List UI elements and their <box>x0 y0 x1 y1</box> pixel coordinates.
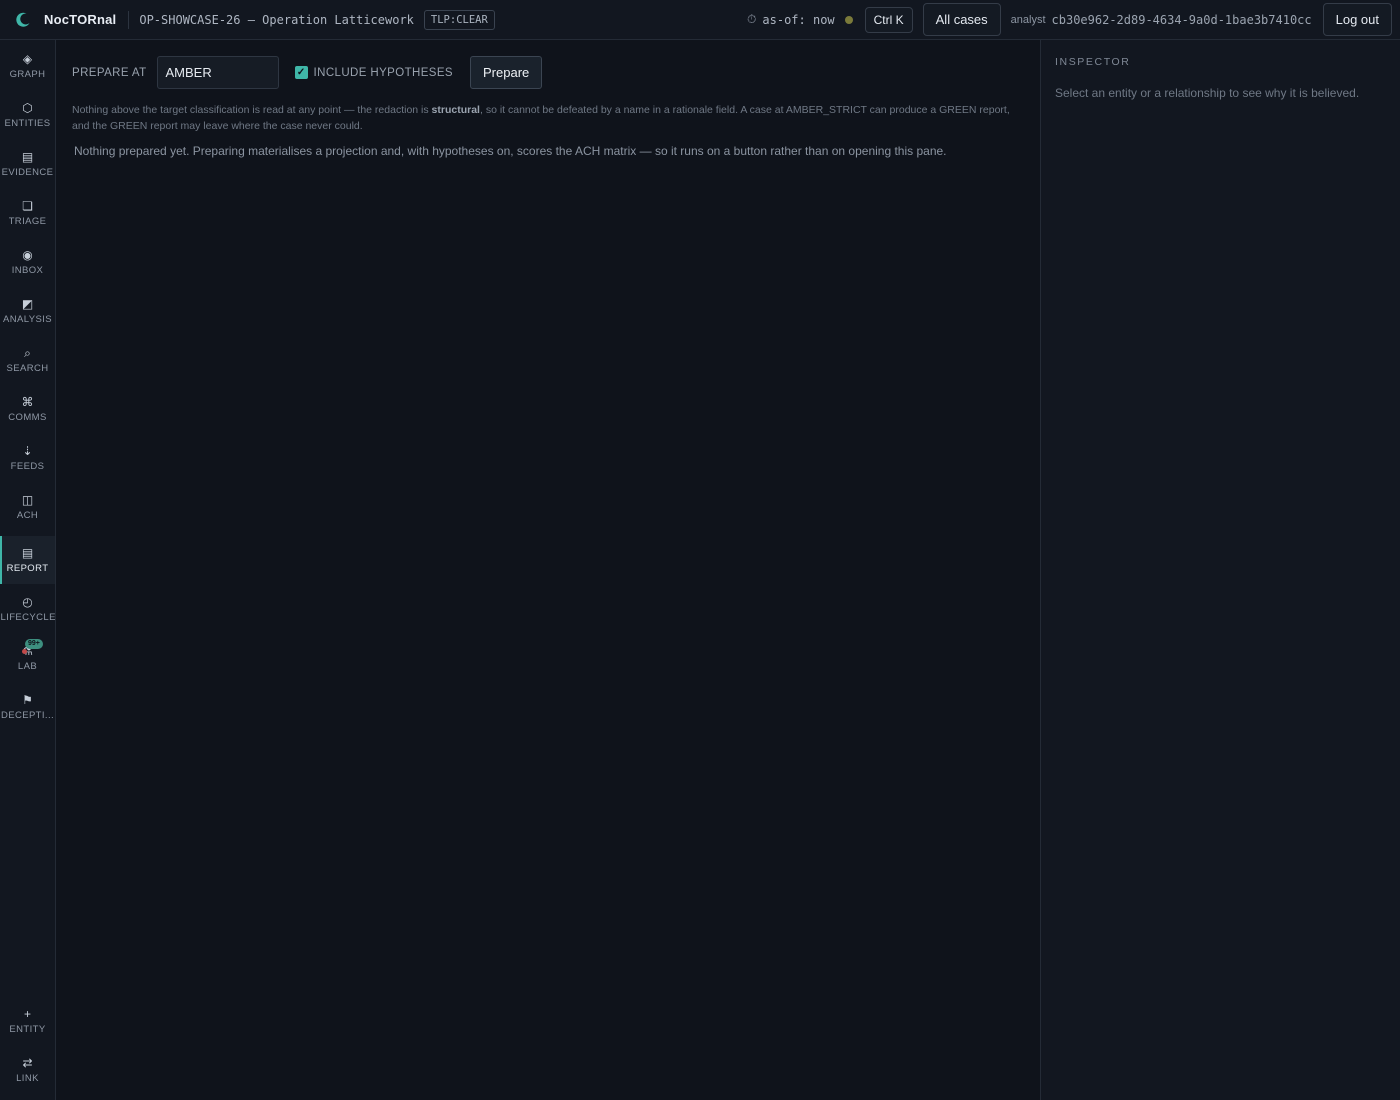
classification-value: AMBER <box>165 65 212 80</box>
search-icon: ⌕ <box>24 346 31 360</box>
sidebar-item-search[interactable]: ⌕ SEARCH <box>0 336 55 384</box>
sidebar-item-label: FEEDS <box>10 461 45 472</box>
entities-icon: ⬡ <box>22 101 33 115</box>
empty-state-message: Nothing prepared yet. Preparing material… <box>74 144 947 158</box>
classification-select[interactable]: AMBER <box>156 56 279 89</box>
analysis-icon: ◩ <box>21 297 34 311</box>
sidebar-item-label: GRAPH <box>9 69 46 80</box>
sidebar-item-label: ENTITY <box>9 1024 46 1035</box>
analyst-label: analyst <box>1010 13 1046 26</box>
sidebar-item-analysis[interactable]: ◩ ANALYSIS <box>0 287 55 335</box>
sidebar-item-report[interactable]: ▤ REPORT <box>0 536 55 584</box>
add-link-button[interactable]: ⇄ LINK <box>0 1046 55 1094</box>
sidebar-item-label: TRIAGE <box>8 216 47 227</box>
sidebar-item-entities[interactable]: ⬡ ENTITIES <box>0 91 55 139</box>
report-controls: PREPARE AT AMBER ✓ INCLUDE HYPOTHESES Pr… <box>72 56 543 89</box>
lab-count-badge: 99+ <box>25 639 43 649</box>
sidebar-item-label: DECEPTI... <box>0 710 55 721</box>
as-of-indicator[interactable]: ⏱ as-of: now <box>747 12 835 27</box>
redaction-note: Nothing above the target classification … <box>72 102 1012 134</box>
note-text-bold: structural <box>431 104 480 116</box>
sidebar-item-label: LIFECYCLE <box>0 612 55 623</box>
inspector-panel: INSPECTOR Select an entity or a relation… <box>1040 40 1400 1100</box>
sidebar-item-label: ACH <box>16 510 39 521</box>
include-hypotheses-toggle[interactable]: ✓ INCLUDE HYPOTHESES <box>294 66 453 79</box>
prepare-at-label: PREPARE AT <box>72 66 147 79</box>
clock-icon: ⏱ <box>747 12 757 26</box>
analyst-id: cb30e962-2d89-4634-9a0d-1bae3b7410cc <box>1051 12 1312 27</box>
sidebar-item-label: SEARCH <box>6 363 49 374</box>
as-of-label: as-of: now <box>762 12 835 27</box>
sidebar-item-feeds[interactable]: ⇣ FEEDS <box>0 434 55 482</box>
sidebar: ◈ GRAPH ⬡ ENTITIES ▤ EVIDENCE ❏ TRIAGE ◉… <box>0 40 56 1100</box>
graph-icon: ◈ <box>22 52 33 66</box>
sidebar-item-label: LINK <box>16 1073 39 1084</box>
deception-icon: ⚑ <box>22 693 33 707</box>
include-hypotheses-label: INCLUDE HYPOTHESES <box>313 66 453 79</box>
report-pane: PREPARE AT AMBER ✓ INCLUDE HYPOTHESES Pr… <box>56 40 1040 1100</box>
add-entity-button[interactable]: + ENTITY <box>0 997 55 1045</box>
sidebar-item-comms[interactable]: ⌘ COMMS <box>0 385 55 433</box>
inspector-empty-message: Select an entity or a relationship to se… <box>1055 86 1360 100</box>
sidebar-item-inbox[interactable]: ◉ INBOX <box>0 238 55 286</box>
sidebar-item-label: REPORT <box>6 563 49 574</box>
moon-logo-icon <box>16 12 30 27</box>
sidebar-item-triage[interactable]: ❏ TRIAGE <box>0 189 55 237</box>
add-entity-icon: + <box>23 1007 31 1021</box>
inspector-title: INSPECTOR <box>1055 56 1131 68</box>
sidebar-item-lab[interactable]: ⚗ 99+ LAB <box>0 634 55 682</box>
prepare-button[interactable]: Prepare <box>470 56 543 89</box>
tlp-badge: TLP:CLEAR <box>423 9 495 30</box>
sidebar-item-label: ANALYSIS <box>3 314 52 325</box>
sidebar-item-label: INBOX <box>11 265 44 276</box>
evidence-icon: ▤ <box>21 150 34 164</box>
sidebar-item-lifecycle[interactable]: ◴ LIFECYCLE <box>0 585 55 633</box>
logout-button[interactable]: Log out <box>1322 3 1392 36</box>
sidebar-item-label: ENTITIES <box>4 118 51 129</box>
brand[interactable]: NocTORnal <box>0 0 116 39</box>
inbox-icon: ◉ <box>22 248 33 262</box>
sidebar-item-label: EVIDENCE <box>1 167 54 178</box>
status-dot <box>844 15 853 24</box>
case-title: OP-SHOWCASE-26 — Operation Latticework <box>139 12 414 27</box>
sidebar-item-label: LAB <box>17 661 38 672</box>
ach-icon: ◫ <box>21 493 34 507</box>
sidebar-item-graph[interactable]: ◈ GRAPH <box>0 42 55 90</box>
all-cases-button[interactable]: All cases <box>922 3 1001 36</box>
lab-alert-dot <box>22 649 27 654</box>
comms-icon: ⌘ <box>21 395 34 409</box>
top-bar: NocTORnal OP-SHOWCASE-26 — Operation Lat… <box>0 0 1400 40</box>
app-name: NocTORnal <box>44 12 117 27</box>
feeds-icon: ⇣ <box>22 444 33 458</box>
sidebar-item-evidence[interactable]: ▤ EVIDENCE <box>0 140 55 188</box>
sidebar-item-ach[interactable]: ◫ ACH <box>0 483 55 531</box>
sidebar-item-deception[interactable]: ⚑ DECEPTI... <box>0 683 55 731</box>
divider <box>128 10 130 29</box>
command-palette-button[interactable]: Ctrl K <box>864 6 913 33</box>
link-icon: ⇄ <box>22 1056 33 1070</box>
report-icon: ▤ <box>21 546 34 560</box>
sidebar-item-label: COMMS <box>8 412 47 423</box>
note-text-pre: Nothing above the target classification … <box>72 104 432 116</box>
include-hypotheses-checkbox[interactable]: ✓ <box>294 66 308 79</box>
lifecycle-icon: ◴ <box>22 595 33 609</box>
triage-icon: ❏ <box>22 199 33 213</box>
